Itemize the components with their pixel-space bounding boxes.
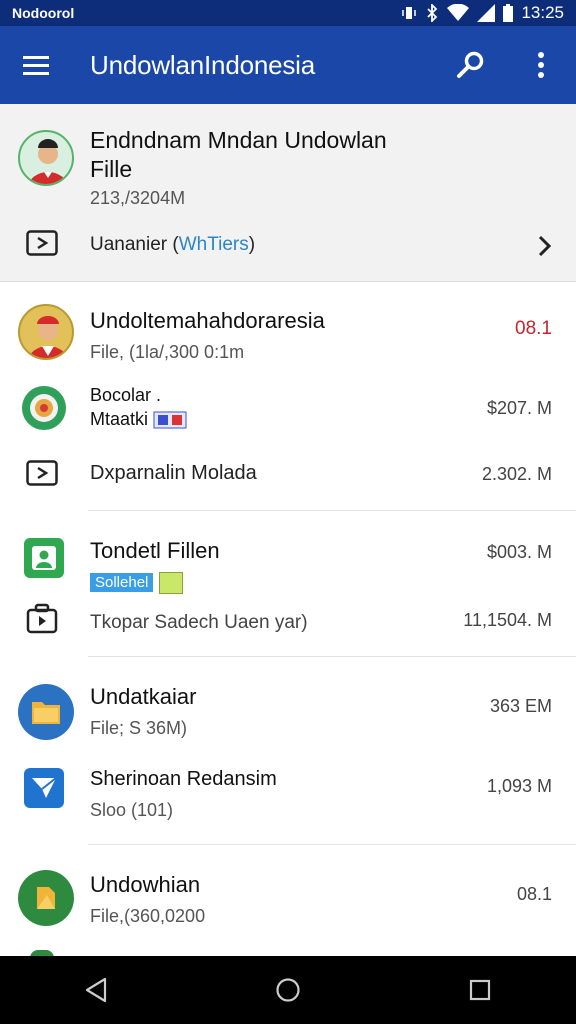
tag-icon xyxy=(153,411,187,429)
medal-icon xyxy=(30,394,58,422)
chevron-button[interactable] xyxy=(530,232,558,260)
folder-icon-box xyxy=(18,684,74,740)
briefcase-video-icon xyxy=(26,603,58,634)
item-subtitle: Mtaatki xyxy=(90,408,187,430)
bluetooth-icon xyxy=(427,4,438,22)
item-title: Dxparnalin Molada xyxy=(90,462,257,484)
search-icon xyxy=(457,51,484,78)
item-value: 363 EM xyxy=(489,696,552,716)
item-subtitle-text: Mtaatki xyxy=(90,409,149,429)
item-tag-row: Sollehel xyxy=(90,572,184,594)
header-link-row[interactable]: Uananier (WhTiers) xyxy=(90,234,255,256)
item-subtitle: File, (1la/,300 0:1m xyxy=(90,342,245,362)
home-icon xyxy=(276,978,300,1002)
back-button[interactable] xyxy=(56,956,136,1024)
item-title: Sherinoan Redansim xyxy=(90,768,277,790)
divider xyxy=(88,656,576,657)
file-icon-box xyxy=(18,870,74,926)
recents-icon xyxy=(469,979,491,1001)
tag-green-icon xyxy=(159,572,184,594)
more-vert-icon xyxy=(538,52,544,78)
item-value: $003. M xyxy=(486,542,552,562)
battery-icon xyxy=(503,4,514,22)
app-title: UndowlanIndonesia xyxy=(90,49,315,80)
app-bar: UndowlanIndonesia xyxy=(0,26,576,104)
item-value: 08.1 xyxy=(515,318,552,339)
person-avatar-icon xyxy=(28,316,68,358)
item-value: $207. M xyxy=(486,398,552,418)
mail-icon-box xyxy=(24,768,64,808)
video-icon-box xyxy=(24,458,60,488)
item-title: Bocolar . xyxy=(90,385,162,405)
avatar xyxy=(18,304,74,360)
more-options-button[interactable] xyxy=(506,26,576,104)
item-value: 08.1 xyxy=(516,884,552,904)
divider xyxy=(88,844,576,845)
file-icon xyxy=(37,887,55,909)
item-value: 1,093 M xyxy=(486,776,552,796)
back-icon xyxy=(85,977,107,1003)
vibrate-icon xyxy=(402,7,417,19)
carrier-label: Nodoorol xyxy=(12,5,75,21)
folder-icon xyxy=(32,702,60,724)
item-value: 11,1504. M xyxy=(463,610,552,630)
video-icon-box xyxy=(24,228,60,258)
avatar xyxy=(18,130,74,186)
item-subtitle: File; S 36M) xyxy=(90,718,188,738)
badge-icon-box xyxy=(22,386,66,430)
item-subtitle: File,(360,0200 xyxy=(90,906,206,926)
wifi-icon xyxy=(447,4,470,21)
item-value: 2.302. M xyxy=(481,464,552,484)
chevron-right-icon xyxy=(538,235,551,257)
header-card[interactable]: Endndnam Mndan Undowlan Fille 213,/3204M… xyxy=(0,104,576,282)
play-box-icon xyxy=(26,460,58,486)
item-title: Undatkaiar xyxy=(90,684,197,709)
menu-icon xyxy=(23,56,49,75)
item-tag: Sollehel xyxy=(90,573,154,593)
recents-button[interactable] xyxy=(440,956,520,1024)
status-bar: Nodoorol 13:25 xyxy=(0,0,576,26)
header-link[interactable]: WhTiers xyxy=(179,234,249,255)
header-subtitle: 213,/3204M xyxy=(90,188,186,208)
item-subtitle: Sloo (101) xyxy=(90,800,174,820)
signal-icon xyxy=(477,4,496,22)
divider xyxy=(88,510,576,511)
send-icon xyxy=(32,777,57,798)
item-title: Tkopar Sadech Uaen yar) xyxy=(90,612,308,633)
header-title: Endndnam Mndan Undowlan Fille xyxy=(90,127,387,182)
search-button[interactable] xyxy=(436,26,506,104)
play-box-icon xyxy=(26,230,58,256)
item-title: Undowhian xyxy=(90,872,201,897)
item-title: Tondetl Fillen xyxy=(90,538,220,563)
person-avatar-icon xyxy=(28,139,68,184)
contact-icon xyxy=(32,546,56,570)
home-button[interactable] xyxy=(248,956,328,1024)
status-icons: 13:25 xyxy=(401,3,564,23)
item-title: Undoltemahahdoraresia xyxy=(90,308,325,333)
briefcase-icon-box xyxy=(24,602,60,636)
contact-icon-box xyxy=(24,538,64,578)
content-list[interactable]: Endndnam Mndan Undowlan Fille 213,/3204M… xyxy=(0,104,576,956)
menu-button[interactable] xyxy=(0,26,72,104)
header-link-prefix: Uananier ( xyxy=(90,234,179,255)
header-link-suffix: ) xyxy=(248,234,256,255)
system-nav-bar xyxy=(0,956,576,1024)
clock: 13:25 xyxy=(521,3,564,22)
